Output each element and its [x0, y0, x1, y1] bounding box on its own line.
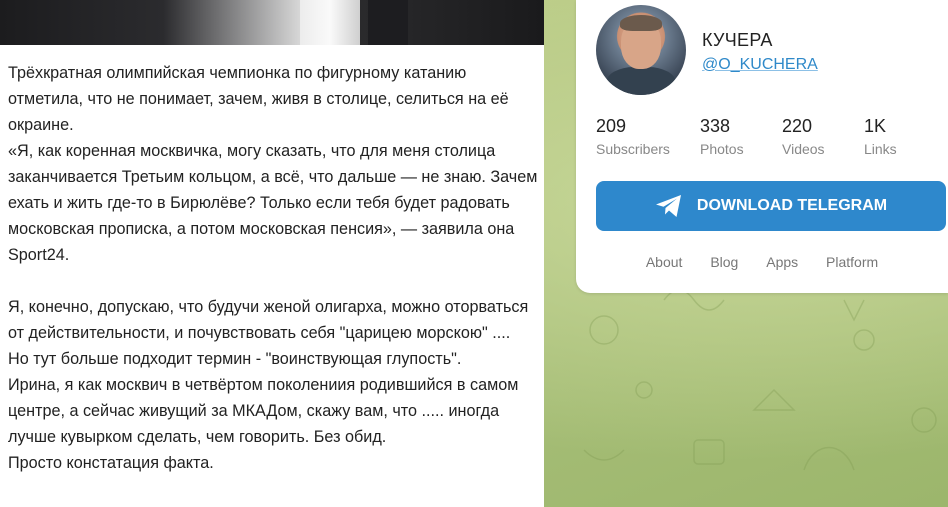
post-paragraph: Просто констатация факта. [8, 454, 214, 472]
post-paragraph: «Я, как коренная москвичка, могу сказать… [8, 142, 538, 264]
channel-info-card: КУЧЕРА @O_KUCHERA 209 Subscribers 338 Ph… [576, 0, 948, 293]
post-paragraph: Я, конечно, допускаю, что будучи женой о… [8, 298, 529, 342]
stat-subscribers: 209 Subscribers [596, 116, 670, 157]
channel-post: Трёхкратная олимпийская чемпионка по фиг… [0, 0, 544, 507]
stat-value: 209 [596, 116, 627, 136]
post-photo[interactable] [0, 0, 544, 45]
channel-name: КУЧЕРА [702, 30, 773, 50]
stat-label: Photos [700, 141, 744, 157]
footer-link-apps[interactable]: Apps [766, 254, 798, 270]
footer-link-blog[interactable]: Blog [710, 254, 738, 270]
stat-label: Subscribers [596, 141, 670, 157]
stat-videos[interactable]: 220 Videos [782, 116, 825, 157]
footer-link-platform[interactable]: Platform [826, 254, 878, 270]
footer-link-about[interactable]: About [646, 254, 683, 270]
stat-value: 1K [864, 116, 887, 136]
stat-value: 338 [700, 116, 731, 136]
post-paragraph: Трёхкратная олимпийская чемпионка по фиг… [8, 64, 509, 134]
channel-handle-link[interactable]: @O_KUCHERA [702, 56, 818, 74]
stat-photos[interactable]: 338 Photos [700, 116, 744, 157]
footer-links: About Blog Apps Platform [576, 254, 948, 270]
stat-links[interactable]: 1K Links [864, 116, 897, 157]
post-paragraph: Но тут больше подходит термин - "воинств… [8, 350, 462, 368]
download-telegram-label: DOWNLOAD TELEGRAM [696, 197, 888, 214]
download-telegram-button[interactable]: DOWNLOAD TELEGRAM [596, 181, 946, 231]
shirt-collar [300, 0, 360, 45]
avatar-shirt [606, 67, 676, 95]
post-paragraph: Ирина, я как москвич в четвёртом поколен… [8, 376, 519, 446]
channel-avatar[interactable] [596, 5, 686, 95]
stat-value: 220 [782, 116, 813, 136]
post-text: Трёхкратная олимпийская чемпионка по фиг… [8, 60, 538, 476]
telegram-plane-icon [655, 195, 681, 217]
avatar-hair [620, 15, 662, 31]
stat-label: Links [864, 141, 897, 157]
jacket-lapel [368, 0, 408, 45]
stat-label: Videos [782, 141, 825, 157]
